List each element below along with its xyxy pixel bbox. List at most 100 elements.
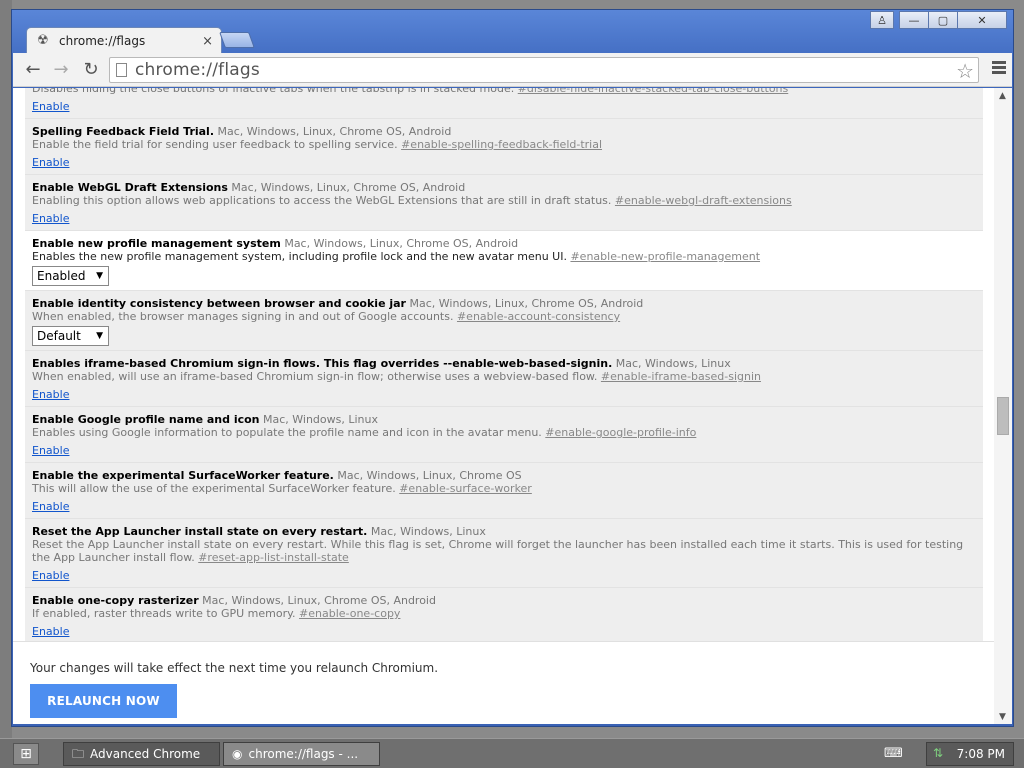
experiment-row: Reset the App Launcher install state on … bbox=[25, 519, 983, 588]
close-window-button[interactable]: ✕ bbox=[957, 11, 1007, 29]
experiment-anchor-link[interactable]: #enable-google-profile-info bbox=[545, 426, 696, 439]
taskbar-item-label: chrome://flags - ... bbox=[248, 747, 359, 761]
experiment-name: Spelling Feedback Field Trial. bbox=[32, 125, 215, 138]
clock: 7:08 PM bbox=[956, 747, 1005, 761]
scrollbar[interactable]: ▲ ▼ bbox=[994, 88, 1012, 724]
experiment-name: Enable the experimental SurfaceWorker fe… bbox=[32, 469, 334, 482]
chrome-icon: ◉ bbox=[232, 747, 243, 761]
relaunch-bar: Your changes will take effect the next t… bbox=[13, 641, 994, 724]
experiment-select[interactable]: Default ▼ bbox=[32, 326, 109, 346]
experiment-row: Disables hiding the close buttons of ina… bbox=[25, 88, 983, 119]
experiment-anchor-link[interactable]: #enable-new-profile-management bbox=[570, 250, 760, 263]
experiment-row: Enable one-copy rasterizer Mac, Windows,… bbox=[25, 588, 983, 644]
experiment-platforms: Mac, Windows, Linux, Chrome OS, Android bbox=[284, 237, 519, 250]
experiment-header: Enable new profile management system Mac… bbox=[32, 237, 976, 250]
tab-title: chrome://flags bbox=[59, 34, 146, 48]
experiment-description-text: Reset the App Launcher install state on … bbox=[32, 538, 964, 564]
experiment-anchor-link[interactable]: #disable-hide-inactive-stacked-tab-close… bbox=[518, 88, 789, 95]
taskbar-item-label: Advanced Chrome bbox=[90, 747, 201, 761]
experiment-anchor-link[interactable]: #enable-account-consistency bbox=[457, 310, 620, 323]
relaunch-message: Your changes will take effect the next t… bbox=[30, 661, 439, 675]
relaunch-now-button[interactable]: RELAUNCH NOW bbox=[30, 684, 177, 718]
experiment-name: Enable identity consistency between brow… bbox=[32, 297, 406, 310]
experiment-name: Enable Google profile name and icon bbox=[32, 413, 260, 426]
experiment-description-text: Enables the new profile management syste… bbox=[32, 250, 567, 263]
experiment-description-text: Enabling this option allows web applicat… bbox=[32, 194, 612, 207]
page-icon bbox=[116, 63, 127, 77]
experiments-list: Disables hiding the close buttons of ina… bbox=[25, 88, 983, 668]
experiment-row: Enable WebGL Draft Extensions Mac, Windo… bbox=[25, 175, 983, 231]
url-text[interactable]: chrome://flags bbox=[135, 60, 260, 80]
experiment-row: Spelling Feedback Field Trial. Mac, Wind… bbox=[25, 119, 983, 175]
experiment-anchor-link[interactable]: #enable-surface-worker bbox=[399, 482, 532, 495]
profile-icon[interactable]: ♙ bbox=[870, 11, 894, 29]
window-controls: ♙ — ▢ ✕ bbox=[870, 11, 1007, 29]
experiment-description: Enabling this option allows web applicat… bbox=[32, 194, 976, 207]
experiment-row: Enable Google profile name and icon Mac,… bbox=[25, 407, 983, 463]
experiment-enable-link[interactable]: Enable bbox=[32, 625, 69, 638]
experiment-description: Enable the field trial for sending user … bbox=[32, 138, 976, 151]
browser-toolbar: ← → ↻ chrome://flags ☆ bbox=[13, 53, 1012, 87]
experiment-description-text: This will allow the use of the experimen… bbox=[32, 482, 396, 495]
experiment-select-value: Enabled bbox=[37, 269, 86, 283]
minimize-button[interactable]: — bbox=[899, 11, 929, 29]
experiment-platforms: Mac, Windows, Linux, Chrome OS, Android bbox=[231, 181, 466, 194]
experiment-enable-link[interactable]: Enable bbox=[32, 156, 69, 169]
forward-icon[interactable]: → bbox=[50, 60, 72, 80]
experiment-name: Enable new profile management system bbox=[32, 237, 281, 250]
experiment-description-text: When enabled, will use an iframe-based C… bbox=[32, 370, 598, 383]
experiment-enable-link[interactable]: Enable bbox=[32, 388, 69, 401]
experiment-header: Enable the experimental SurfaceWorker fe… bbox=[32, 469, 976, 482]
experiment-description-text: When enabled, the browser manages signin… bbox=[32, 310, 454, 323]
menu-icon[interactable] bbox=[992, 61, 1006, 77]
experiment-enable-link[interactable]: Enable bbox=[32, 500, 69, 513]
experiment-platforms: Mac, Windows, Linux, Chrome OS, Android bbox=[202, 594, 436, 607]
tab-close-icon[interactable]: × bbox=[202, 34, 213, 49]
experiment-anchor-link[interactable]: #enable-spelling-feedback-field-trial bbox=[401, 138, 602, 151]
experiment-description: Enables the new profile management syste… bbox=[32, 250, 976, 263]
experiment-description: This will allow the use of the experimen… bbox=[32, 482, 976, 495]
experiment-header: Reset the App Launcher install state on … bbox=[32, 525, 976, 538]
experiment-header: Enable one-copy rasterizer Mac, Windows,… bbox=[32, 594, 976, 607]
maximize-button[interactable]: ▢ bbox=[928, 11, 958, 29]
back-icon[interactable]: ← bbox=[22, 60, 44, 80]
tab-chrome-flags[interactable]: ☢ chrome://flags × bbox=[26, 27, 222, 54]
experiment-row: Enables iframe-based Chromium sign-in fl… bbox=[25, 351, 983, 407]
experiment-row: Enable the experimental SurfaceWorker fe… bbox=[25, 463, 983, 519]
experiment-anchor-link[interactable]: #enable-iframe-based-signin bbox=[601, 370, 761, 383]
browser-window: ♙ — ▢ ✕ ☢ chrome://flags × ← → ↻ chrome:… bbox=[11, 9, 1014, 727]
system-tray[interactable]: ⇅ 7:08 PM bbox=[926, 742, 1014, 766]
experiment-enable-link[interactable]: Enable bbox=[32, 444, 69, 457]
experiment-platforms: Mac, Windows, Linux bbox=[370, 525, 486, 538]
scroll-down-icon[interactable]: ▼ bbox=[999, 712, 1006, 722]
experiment-anchor-link[interactable]: #reset-app-list-install-state bbox=[198, 551, 349, 564]
experiment-description: When enabled, the browser manages signin… bbox=[32, 310, 976, 323]
keyboard-icon[interactable]: ⌨ bbox=[884, 746, 903, 761]
experiment-anchor-link[interactable]: #enable-webgl-draft-extensions bbox=[615, 194, 792, 207]
experiment-description: Reset the App Launcher install state on … bbox=[32, 538, 976, 564]
experiment-enable-link[interactable]: Enable bbox=[32, 569, 69, 582]
start-button[interactable]: ⊞ bbox=[13, 743, 39, 765]
experiment-platforms: Mac, Windows, Linux, Chrome OS bbox=[337, 469, 522, 482]
taskbar-item-advanced-chrome[interactable]: 🗀 Advanced Chrome bbox=[63, 742, 220, 766]
taskbar-item-chrome-flags[interactable]: ◉ chrome://flags - ... bbox=[223, 742, 380, 766]
experiment-name: Enables iframe-based Chromium sign-in fl… bbox=[32, 357, 613, 370]
experiment-name: Reset the App Launcher install state on … bbox=[32, 525, 368, 538]
page-content: Disables hiding the close buttons of ina… bbox=[13, 88, 1012, 724]
experiment-enable-link[interactable]: Enable bbox=[32, 212, 69, 225]
experiment-name: Enable one-copy rasterizer bbox=[32, 594, 199, 607]
experiment-header: Enable WebGL Draft Extensions Mac, Windo… bbox=[32, 181, 976, 194]
experiment-description: Enables using Google information to popu… bbox=[32, 426, 976, 439]
experiment-platforms: Mac, Windows, Linux bbox=[263, 413, 379, 426]
experiment-description: When enabled, will use an iframe-based C… bbox=[32, 370, 976, 383]
experiment-header: Enable identity consistency between brow… bbox=[32, 297, 976, 310]
scrollbar-thumb[interactable] bbox=[997, 397, 1009, 435]
experiment-anchor-link[interactable]: #enable-one-copy bbox=[299, 607, 400, 620]
address-bar[interactable]: chrome://flags ☆ bbox=[109, 57, 979, 83]
experiment-enable-link[interactable]: Enable bbox=[32, 100, 69, 113]
reload-icon[interactable]: ↻ bbox=[80, 60, 102, 80]
scroll-up-icon[interactable]: ▲ bbox=[999, 91, 1006, 101]
experiment-select[interactable]: Enabled ▼ bbox=[32, 266, 109, 286]
bookmark-star-icon[interactable]: ☆ bbox=[956, 59, 974, 83]
new-tab-button[interactable] bbox=[219, 32, 255, 48]
